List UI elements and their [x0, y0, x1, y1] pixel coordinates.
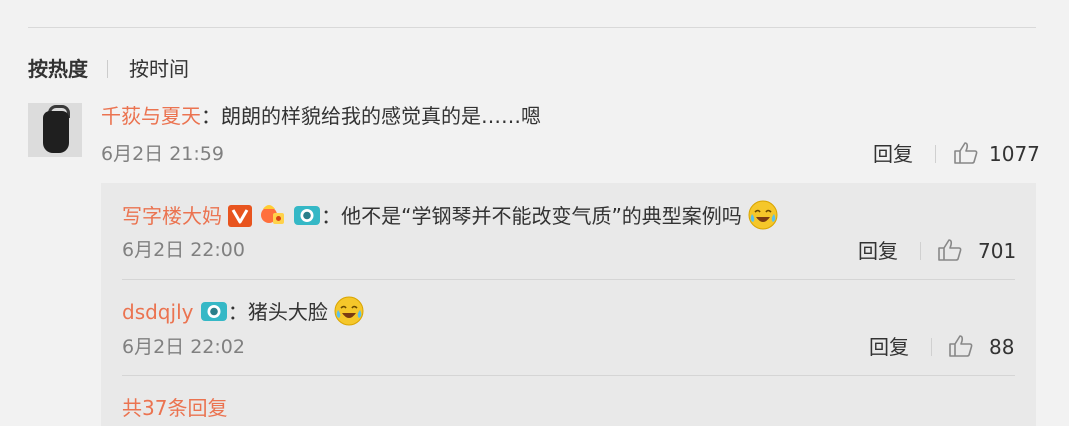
- reply-reply-button[interactable]: 回复: [858, 239, 898, 263]
- reply-reply-button[interactable]: 回复: [869, 335, 909, 359]
- laugh-cry-emoji-icon: [334, 296, 364, 326]
- reply-like-count: 88: [989, 335, 1015, 359]
- action-separator: [935, 145, 936, 163]
- laugh-cry-emoji-icon: [748, 200, 778, 230]
- top-divider: [28, 27, 1036, 28]
- sort-by-time-tab[interactable]: 按时间: [129, 56, 189, 82]
- reply-line: dsdqjly ：猪头大脸: [122, 296, 364, 326]
- reply-like-count: 701: [978, 239, 1017, 263]
- camera-badge-icon[interactable]: [293, 203, 321, 227]
- action-separator: [920, 242, 921, 260]
- comment-username[interactable]: 千荻与夏天: [101, 104, 201, 128]
- reply-timestamp: 6月2日 22:00: [122, 239, 245, 261]
- reply-line: 写字楼大妈 ：他不是“学钢琴并不能改变气质”的典型案例吗: [122, 200, 778, 230]
- action-separator: [931, 338, 932, 356]
- reply-username[interactable]: dsdqjly: [122, 300, 193, 324]
- camera-badge-icon[interactable]: [200, 299, 228, 323]
- reply-divider: [122, 279, 1015, 280]
- comment-line: 千荻与夏天：朗朗的样貌给我的感觉真的是……嗯: [101, 103, 541, 129]
- like-icon[interactable]: [948, 334, 974, 358]
- like-icon[interactable]: [937, 238, 963, 262]
- reply-divider: [122, 375, 1015, 376]
- sort-separator: [107, 60, 108, 78]
- reply-timestamp: 6月2日 22:02: [122, 336, 245, 358]
- avatar[interactable]: [28, 103, 82, 157]
- reply-text: ：猪头大脸: [227, 300, 328, 324]
- sort-by-hot-tab[interactable]: 按热度: [28, 56, 88, 82]
- avatar-bag: [43, 111, 69, 153]
- comment-text: ：朗朗的样貌给我的感觉真的是……嗯: [201, 104, 541, 128]
- reply-text: ：他不是“学钢琴并不能改变气质”的典型案例吗: [321, 204, 742, 228]
- fan-badge-icon[interactable]: [259, 203, 287, 227]
- comment-timestamp: 6月2日 21:59: [101, 143, 224, 165]
- reply-username[interactable]: 写字楼大妈: [122, 204, 222, 228]
- comment-reply-button[interactable]: 回复: [873, 142, 913, 166]
- comment-like-count: 1077: [989, 142, 1040, 166]
- like-icon[interactable]: [953, 141, 979, 165]
- vip-v-icon[interactable]: [228, 205, 253, 227]
- view-all-replies-link[interactable]: 共37条回复: [122, 396, 227, 420]
